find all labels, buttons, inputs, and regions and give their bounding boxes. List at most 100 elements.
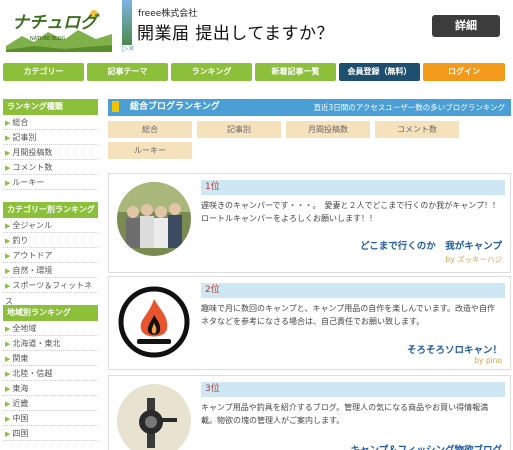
arrow-icon: ▶	[5, 134, 11, 142]
blog-author[interactable]: by ズッキーハジ	[446, 254, 502, 265]
sidebar-item-label: 近畿	[12, 399, 29, 408]
nav-tab-category[interactable]: カテゴリー	[3, 63, 84, 81]
arrow-icon: ▶	[5, 415, 11, 423]
nav-tab-ranking[interactable]: ランキング	[171, 63, 252, 81]
sidebar-item[interactable]: ▶ 中国	[3, 411, 98, 426]
logo-sub: NATURE BLOG	[30, 36, 66, 42]
bookmark-icon	[112, 101, 119, 112]
sidebar-item[interactable]: ▶ 記事別	[3, 130, 98, 145]
sidebar-item-label: 記事別	[12, 133, 37, 142]
ad-company: freee株式会社	[138, 9, 198, 19]
arrow-icon: ▶	[5, 237, 11, 245]
ad-close-icon[interactable]: ▷✕	[122, 44, 135, 53]
logo-graphic: ナチュログ NATURE BLOG	[4, 6, 114, 52]
sidebar-item-label: コメント数	[12, 163, 53, 172]
sidebar-item[interactable]: ▶ 総合	[3, 115, 98, 130]
sidebar-item[interactable]: ▶ 北陸・信越	[3, 366, 98, 381]
author-name: pino	[485, 356, 502, 365]
logo-text: ナチュログ	[12, 13, 100, 33]
nav-tab-new-posts[interactable]: 新着記事一覧	[255, 63, 336, 81]
sidebar-item[interactable]: ▶ 北海道・東北	[3, 336, 98, 351]
blog-title-link[interactable]: キャンプ＆フィッシング物欲ブログ	[350, 442, 502, 450]
sidebar-item-label: 全地域	[12, 324, 37, 333]
blog-thumbnail[interactable]	[117, 285, 191, 359]
ranking-entry: 2位 趣味で月に数回のキャンプと、キャンプ用品の自作を楽しんでいます。改造や自作…	[108, 276, 511, 370]
blog-author[interactable]: by pino	[474, 356, 502, 365]
arrow-icon: ▶	[5, 430, 11, 438]
arrow-icon: ▶	[5, 119, 11, 127]
sidebar-list-category: ▶ 全ジャンル ▶ 釣り ▶ アウトドア ▶ 自然・環境 ▶ スポーツ＆フィットネス	[3, 218, 98, 306]
sidebar-item-label: 関東	[12, 354, 29, 363]
ranking-header: 総合ブログランキング 直近3日間のアクセスユーザー数の多いブログランキング	[108, 99, 511, 116]
sidebar-item-label: 全ジャンル	[12, 221, 52, 230]
sidebar-list-region: ▶ 全地域 ▶ 北海道・東北 ▶ 関東 ▶ 北陸・信越 ▶ 東海 ▶ 近畿 ▶ 中国 ▶ 四国	[3, 321, 98, 441]
page: ナチュログ NATURE BLOG freee株式会社 開業届 提出してますか？…	[0, 0, 513, 450]
ad-banner[interactable]: freee株式会社 開業届 提出してますか？ 詳細 ▷✕	[122, 0, 511, 53]
by-prefix: by	[474, 356, 484, 365]
blog-description: 趣味で月に数回のキャンプと、キャンプ用品の自作を楽しんでいます。改造や自作ネタな…	[201, 304, 495, 326]
sidebar-item[interactable]: ▶ 釣り	[3, 233, 98, 248]
nav-tab-register[interactable]: 会員登録（無料）	[339, 63, 420, 81]
sidebar: ランキング種類 ▶ 総合 ▶ 記事別 ▶ 月間投稿数 ▶ コメント数 ▶ ルーキー カテゴ…	[3, 99, 98, 450]
sidebar-item[interactable]: ▶ 関東	[3, 351, 98, 366]
fishing-reel-image	[117, 384, 191, 450]
sidebar-item-label: アウトドア	[12, 251, 53, 260]
blog-thumbnail[interactable]	[117, 384, 191, 450]
rank-label: 3位	[201, 382, 505, 397]
arrow-icon: ▶	[5, 400, 11, 408]
sidebar-item[interactable]: ▶ 四国	[3, 426, 98, 441]
campfire-icon	[117, 285, 191, 359]
site-header: ナチュログ NATURE BLOG freee株式会社 開業届 提出してますか？…	[0, 0, 513, 58]
category-button-articles[interactable]: 記事別	[197, 121, 281, 138]
blog-description: 遅咲きのキャンパーです・・・。 愛妻と２人でどこまで行くのか我がキャンプ！！ ロ…	[201, 201, 509, 223]
sidebar-item-label: 釣り	[12, 236, 29, 245]
category-button-rookie[interactable]: ルーキー	[108, 142, 192, 159]
sidebar-item[interactable]: ▶ 全地域	[3, 321, 98, 336]
sidebar-item-label: 北海道・東北	[12, 339, 61, 348]
sidebar-item-label: 中国	[12, 414, 29, 423]
ranking-entry: 1位 遅咲きのキャンパーです・・・。 愛妻と２人でどこまで行くのか我がキャンプ！…	[108, 173, 511, 273]
blog-description: キャンプ用品や釣具を紹介するブログ。管理人の気になる商品やお買い得情報満載。物欲…	[201, 403, 489, 425]
sidebar-item[interactable]: ▶ 全ジャンル	[3, 218, 98, 233]
category-button-overall[interactable]: 総合	[108, 121, 192, 138]
ad-headline[interactable]: 開業届 提出してますか？	[137, 19, 334, 44]
sidebar-item[interactable]: ▶ スポーツ＆フィットネス	[3, 278, 98, 306]
category-button-comments[interactable]: コメント数	[375, 121, 459, 138]
rank-label: 2位	[201, 283, 505, 298]
site-logo[interactable]: ナチュログ NATURE BLOG	[4, 6, 114, 52]
category-button-monthly-posts[interactable]: 月間投稿数	[286, 121, 370, 138]
by-prefix: by	[445, 255, 455, 264]
nav-tab-login[interactable]: ログイン	[423, 63, 505, 81]
group-photo-image	[117, 182, 191, 256]
arrow-icon: ▶	[5, 164, 11, 172]
sidebar-item-label: 月間投稿数	[12, 148, 53, 157]
global-nav: カテゴリー 記事テーマ ランキング 新着記事一覧 会員登録（無料） ログイン	[3, 63, 511, 81]
sidebar-item[interactable]: ▶ ルーキー	[3, 175, 98, 190]
author-name: ズッキーハジ	[457, 255, 502, 264]
blog-title-link[interactable]: そろそろソロキャン！	[407, 342, 502, 356]
nav-tab-theme[interactable]: 記事テーマ	[87, 63, 168, 81]
sidebar-item[interactable]: ▶ コメント数	[3, 160, 98, 175]
arrow-icon: ▶	[5, 179, 11, 187]
arrow-icon: ▶	[5, 222, 11, 230]
sidebar-item[interactable]: ▶ 自然・環境	[3, 263, 98, 278]
ranking-subtitle: 直近3日間のアクセスユーザー数の多いブログランキング	[313, 103, 505, 112]
ad-detail-button[interactable]: 詳細	[432, 15, 500, 37]
arrow-icon: ▶	[5, 370, 11, 378]
sidebar-item[interactable]: ▶ アウトドア	[3, 248, 98, 263]
blog-title-link[interactable]: どこまで行くのか 我がキャンプ	[360, 238, 502, 252]
sidebar-item[interactable]: ▶ 近畿	[3, 396, 98, 411]
sidebar-item-label: 東海	[12, 384, 29, 393]
arrow-icon: ▶	[5, 340, 11, 348]
sidebar-item[interactable]: ▶ 月間投稿数	[3, 145, 98, 160]
sidebar-item[interactable]: ▶ 東海	[3, 381, 98, 396]
ad-image	[122, 0, 132, 45]
rank-label: 1位	[201, 180, 505, 195]
arrow-icon: ▶	[5, 282, 11, 290]
sidebar-heading-region: 地域別ランキング	[3, 305, 98, 321]
sidebar-list-ranking-type: ▶ 総合 ▶ 記事別 ▶ 月間投稿数 ▶ コメント数 ▶ ルーキー	[3, 115, 98, 190]
blog-thumbnail[interactable]	[117, 182, 191, 256]
arrow-icon: ▶	[5, 355, 11, 363]
ranking-title: 総合ブログランキング	[130, 102, 220, 112]
sidebar-heading-category: カテゴリー別ランキング	[3, 202, 98, 218]
